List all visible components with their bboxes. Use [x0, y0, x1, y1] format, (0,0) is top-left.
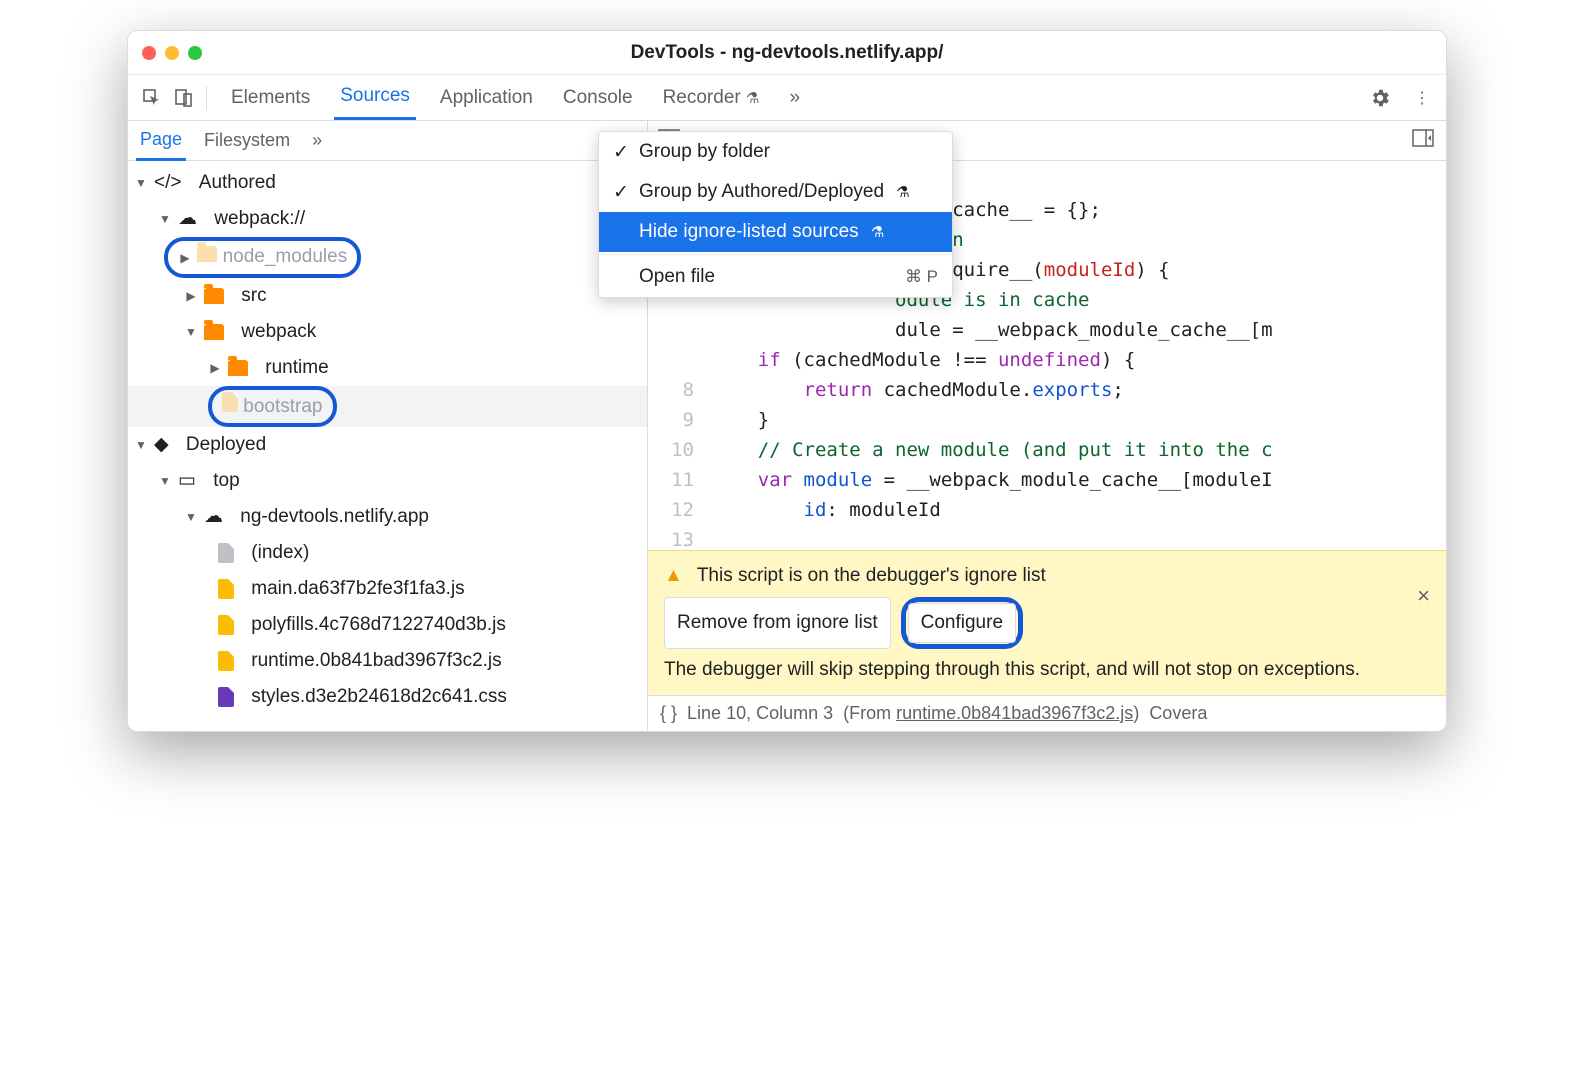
main-toolbar: Elements Sources Application Console Rec…	[128, 75, 1446, 121]
window-zoom[interactable]	[188, 46, 202, 60]
remove-ignore-button[interactable]: Remove from ignore list	[664, 597, 891, 649]
tab-sources[interactable]: Sources	[334, 75, 416, 120]
file-icon	[218, 543, 234, 563]
sidebar-tab-filesystem[interactable]: Filesystem	[200, 122, 294, 159]
tree-deployed[interactable]: ▼◆ Deployed	[128, 427, 647, 463]
tab-overflow[interactable]: »	[783, 77, 806, 119]
code-brackets-icon: </>	[154, 165, 181, 201]
tree-runtime-js[interactable]: runtime.0b841bad3967f3c2.js	[128, 643, 647, 679]
pretty-print-icon[interactable]: { }	[660, 703, 677, 724]
menu-open-file[interactable]: Open file⌘ P	[599, 257, 952, 297]
file-icon	[218, 579, 234, 599]
flask-icon: ⚗	[867, 223, 885, 241]
infobar-desc: The debugger will skip stepping through …	[664, 659, 1430, 681]
window-icon: ▭	[178, 463, 196, 499]
tab-elements[interactable]: Elements	[225, 77, 316, 119]
cube-icon: ◆	[154, 427, 169, 463]
folder-icon	[204, 324, 224, 340]
inspect-icon[interactable]	[138, 84, 166, 112]
editor-pane: common.mjs bootstrap × ✓Group by folder …	[648, 121, 1446, 731]
tree-styles-css[interactable]: styles.d3e2b24618d2c641.css	[128, 679, 647, 715]
tree-authored[interactable]: ▼</> Authored	[128, 165, 647, 201]
device-toolbar-icon[interactable]	[170, 84, 198, 112]
coverage-label: Covera	[1149, 703, 1207, 724]
tree-main-js[interactable]: main.da63f7b2fe3f1fa3.js	[128, 571, 647, 607]
folder-icon	[204, 288, 224, 304]
titlebar: DevTools - ng-devtools.netlify.app/	[128, 31, 1446, 75]
tree-webpack-folder[interactable]: ▼ webpack	[128, 314, 647, 350]
folder-icon	[228, 360, 248, 376]
file-tree: ▼</> Authored ▼☁ webpack:// ▶ node_modul…	[128, 161, 647, 731]
sidebar-tab-page[interactable]: Page	[136, 121, 186, 161]
status-bar: { } Line 10, Column 3 (From runtime.0b84…	[648, 695, 1446, 731]
window-close[interactable]	[142, 46, 156, 60]
ignore-list-infobar: ▲ This script is on the debugger's ignore…	[648, 550, 1446, 695]
file-icon	[218, 687, 234, 707]
tree-runtime-folder[interactable]: ▶ runtime	[128, 350, 647, 386]
configure-button[interactable]: Configure	[908, 603, 1016, 643]
sidebar-tab-overflow[interactable]: »	[308, 122, 326, 159]
warning-icon: ▲	[664, 565, 683, 587]
menu-separator	[599, 254, 952, 255]
tree-index[interactable]: (index)	[128, 535, 647, 571]
kebab-menu-icon[interactable]: ⋮	[1408, 84, 1436, 112]
window-minimize[interactable]	[165, 46, 179, 60]
main-tabs: Elements Sources Application Console Rec…	[215, 75, 1362, 120]
menu-group-authored[interactable]: ✓Group by Authored/Deployed ⚗	[599, 172, 952, 212]
flask-icon: ⚗	[746, 90, 759, 107]
tab-application[interactable]: Application	[434, 77, 539, 119]
file-icon	[218, 615, 234, 635]
toggle-debugger-icon[interactable]	[1412, 129, 1436, 153]
file-icon	[218, 651, 234, 671]
cloud-icon: ☁	[178, 201, 197, 237]
tab-console[interactable]: Console	[557, 77, 639, 119]
close-icon[interactable]: ×	[1417, 583, 1430, 609]
window-title: DevTools - ng-devtools.netlify.app/	[202, 42, 1372, 64]
context-menu: ✓Group by folder ✓Group by Authored/Depl…	[598, 131, 953, 298]
infobar-title: This script is on the debugger's ignore …	[697, 565, 1046, 587]
cloud-icon: ☁	[204, 499, 223, 535]
tree-bootstrap-file[interactable]: bootstrap	[128, 386, 647, 427]
flask-icon: ⚗	[892, 183, 910, 201]
tree-polyfills-js[interactable]: polyfills.4c768d7122740d3b.js	[128, 607, 647, 643]
cursor-position: Line 10, Column 3	[687, 703, 833, 724]
settings-icon[interactable]	[1366, 84, 1394, 112]
tree-top[interactable]: ▼▭ top	[128, 463, 647, 499]
source-link[interactable]: runtime.0b841bad3967f3c2.js	[896, 703, 1133, 723]
tree-domain[interactable]: ▼☁ ng-devtools.netlify.app	[128, 499, 647, 535]
tree-node-modules[interactable]: ▶ node_modules	[128, 237, 647, 278]
tree-webpack-scheme[interactable]: ▼☁ webpack://	[128, 201, 647, 237]
file-icon	[222, 392, 238, 412]
menu-group-folder[interactable]: ✓Group by folder	[599, 132, 952, 172]
sources-sidebar: Page Filesystem » ⋮ ▼</> Authored ▼☁ web…	[128, 121, 648, 731]
tab-recorder[interactable]: Recorder ⚗	[657, 77, 766, 119]
tree-src[interactable]: ▶ src	[128, 278, 647, 314]
folder-icon	[197, 246, 217, 262]
menu-hide-ignored[interactable]: Hide ignore-listed sources ⚗	[599, 212, 952, 252]
